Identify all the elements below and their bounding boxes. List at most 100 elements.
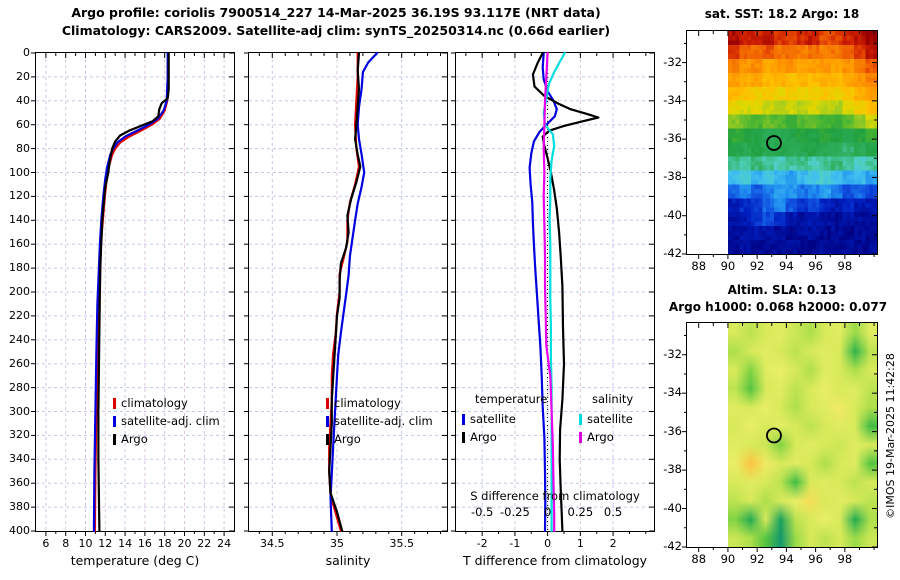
sst-map: 88 90 92 94 96 98 -32 -34 -36 -38 -40 -42 [663,30,878,273]
legend-item-label: Argo [334,432,361,446]
sla-lat-tick-label: -40 [663,500,682,515]
depth-tick-label: 260 [9,356,30,370]
temperature-plot-canvas [31,51,234,536]
legend-item: satellite [462,410,547,428]
legend-header: temperature [475,392,548,406]
temperature-profile-panel: 6 8 10 12 14 16 18 20 22 24 0 20 40 60 80 100 120 140 160 1… [9,46,235,550]
temperature-axis-label: temperature (deg C) [70,553,200,568]
depth-tick-label: 40 [16,93,30,107]
sla-map-overlay [682,323,877,552]
s-difference-tick-label: 0.5 [603,505,623,519]
legend-item: Argo [579,428,633,446]
legend-item: climatology [113,394,220,412]
sla-map-title-line1: Altim. SLA: 0.13 [727,283,837,297]
depth-tick-label: 180 [9,261,30,275]
sla-lon-tick-label: 98 [837,552,853,566]
depth-tick-label: 0 [23,46,30,59]
figure-title-line2: Climatology: CARS2009. Satellite-adj cli… [61,23,611,38]
legend-line-swatch [462,431,465,443]
sla-map: 88 90 92 94 96 98 -32 -34 -36 -38 -40 -42 [663,322,878,566]
legend-line-swatch [113,415,116,427]
depth-tick-label: 400 [9,524,30,537]
sst-map-overlay [682,31,877,259]
salinity-plot-canvas [244,51,447,536]
legend-item: Argo [462,428,547,446]
legend-line-swatch [579,413,582,425]
sst-lat-tick-label: -36 [663,131,682,146]
legend-item-label: Argo [121,432,148,446]
legend-item-label: satellite [587,412,633,426]
tdiff-salinity-legend: salinity satellite Argo [579,392,633,446]
copyright-stamp: ©IMOS 19-Mar-2025 11:42:28 [884,353,897,519]
depth-tick-label: 340 [9,452,30,466]
depth-tick-label: 120 [9,189,30,203]
salinity-xtick-label: 34.5 [260,537,285,550]
argo-float-location-marker [766,427,782,444]
salinity-xtick-label: 35.5 [389,537,414,550]
tdiff-plot-canvas [451,51,654,536]
legend-item: climatology [326,394,433,412]
sla-lat-tick-label: -42 [663,539,682,553]
sst-lat-tick-label: -40 [663,207,682,222]
legend-item-label: climatology [121,396,188,410]
depth-tick-label: 240 [9,332,30,346]
depth-tick-label: 80 [16,141,30,155]
salinity-legend: climatology satellite-adj. clim Argo [326,394,433,448]
legend-item: satellite-adj. clim [113,412,220,430]
legend-header: salinity [592,392,634,406]
sla-lat-tick-label: -38 [663,462,682,477]
depth-tick-label: 220 [9,308,30,322]
legend-item-label: Argo [587,430,614,444]
legend-line-swatch [579,431,582,443]
legend-item: Argo [326,430,433,448]
legend-item: Argo [113,430,220,448]
depth-tick-label: 100 [9,165,30,179]
depth-tick-label: 60 [16,117,30,131]
salinity-profile-panel: 34.5 35 35.5 [244,51,448,550]
sst-lat-tick-label: -34 [663,92,682,107]
sst-lat-tick-label: -42 [663,246,682,260]
depth-tick-label: 320 [9,428,30,442]
depth-tick-label: 300 [9,404,30,418]
sst-lon-tick-label: 98 [837,259,853,273]
depth-tick-label: 20 [16,69,30,83]
sla-lat-tick-label: -32 [663,346,682,361]
sst-lat-tick-label: -38 [663,169,682,184]
legend-line-swatch [326,397,329,409]
legend-line-swatch [113,433,116,445]
depth-tick-label: 160 [9,237,30,251]
legend-item-label: Argo [470,430,497,444]
legend-item-label: satellite [470,412,516,426]
tdiff-xtick-label: 2 [609,537,617,550]
tdiff-axis-label: T difference from climatology [462,553,648,568]
legend-line-swatch [113,397,116,409]
depth-tick-label: 140 [9,213,30,227]
tdiff-profile-panel: -2 -1 0 1 2 S difference from climatology -0.5… [451,51,655,550]
argo-float-location-marker [766,135,782,151]
legend-line-swatch [326,433,329,445]
sla-lat-tick-label: -34 [663,385,682,400]
tdiff-temperature-legend: temperature satellite Argo [462,392,547,446]
temperature-legend: climatology satellite-adj. clim Argo [113,394,220,448]
legend-item-label: satellite-adj. clim [121,414,220,428]
sla-map-title-line2: Argo h1000: 0.068 h2000: 0.077 [668,300,888,314]
s-difference-axis-label: S difference from climatology [470,489,640,503]
salinity-axis-label: salinity [325,553,371,568]
temperature-xtick-label: 24 [217,537,232,550]
sla-lat-tick-label: -36 [663,423,682,438]
depth-tick-label: 200 [9,285,30,298]
depth-tick-label: 380 [9,500,30,514]
salinity-xtick-label: 35 [330,537,344,550]
depth-tick-label: 360 [9,476,30,490]
legend-item: satellite-adj. clim [326,412,433,430]
legend-line-swatch [462,413,465,425]
sst-lat-tick-label: -32 [663,54,682,69]
legend-item-label: climatology [334,396,401,410]
sst-map-title: sat. SST: 18.2 Argo: 18 [704,7,860,21]
legend-item: satellite [579,410,633,428]
legend-line-swatch [326,415,329,427]
legend-item-label: satellite-adj. clim [334,414,433,428]
figure-title-line1: Argo profile: coriolis 7900514_227 14-Ma… [71,5,601,20]
argo-profile-figure: Argo profile: coriolis 7900514_227 14-Ma… [0,0,900,580]
depth-tick-label: 280 [9,380,30,394]
